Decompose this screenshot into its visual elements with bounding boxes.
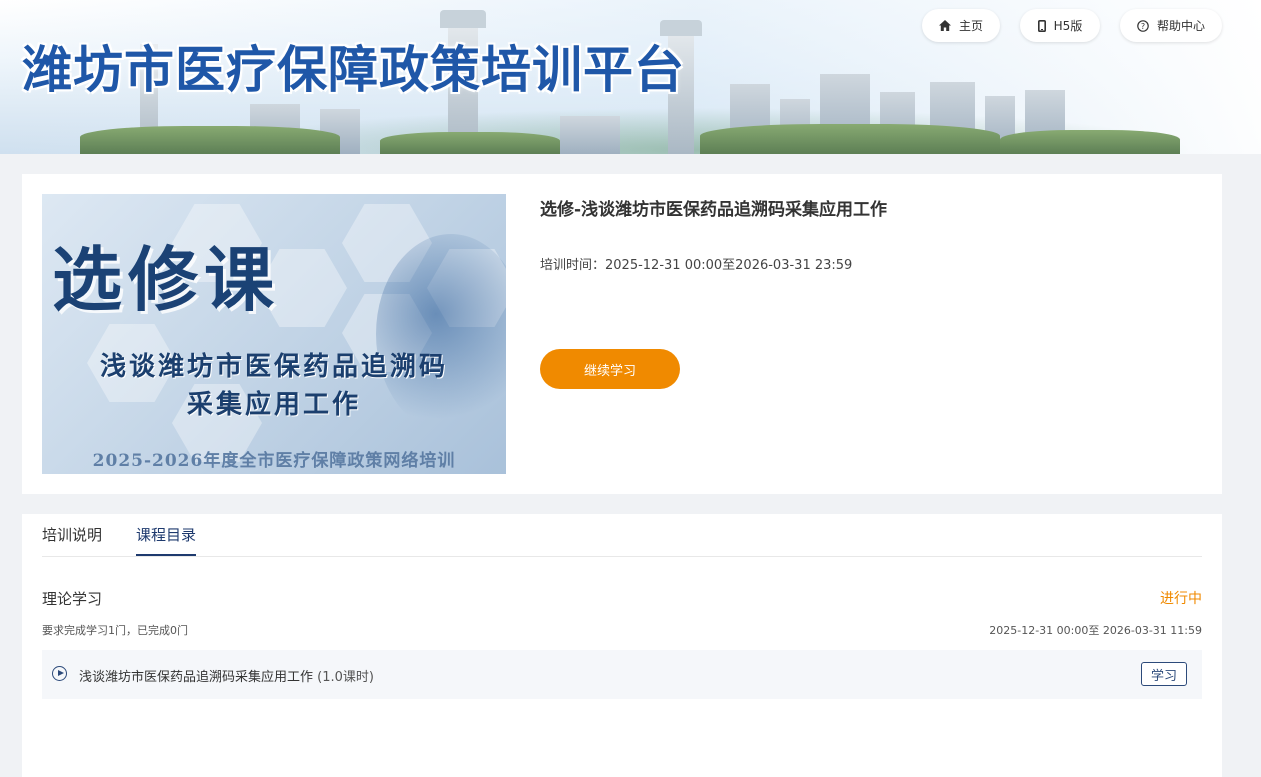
banner-trees [700,124,1000,154]
course-info-card: 选修课 浅谈潍坊市医保药品追溯码 采集应用工作 2025-2026年度全市医疗保… [22,174,1222,494]
status-badge: 进行中 [1160,591,1202,607]
banner-trees [80,126,340,154]
nav-h5-label: H5版 [1053,19,1083,33]
nav-home-button[interactable]: 主页 [922,9,1000,42]
course-time-label: 培训时间： [540,258,606,273]
help-icon: ? [1137,19,1149,32]
section-date-range: 2025-12-31 00:00至 2026-03-31 11:59 [989,624,1202,637]
site-title: 潍坊市医疗保障政策培训平台 [22,41,685,99]
cover-subtitle-line2: 采集应用工作 [186,390,361,420]
banner-building [560,116,620,154]
section-requirement: 要求完成学习1门，已完成0门 [42,624,188,637]
tab-bar: 培训说明 课程目录 [42,514,1202,557]
top-nav: 主页 H5版 ? 帮助中心 [922,9,1222,42]
lesson-row[interactable]: 浅谈潍坊市医保药品追溯码采集应用工作 (1.0课时) 学习 [42,650,1202,699]
mobile-icon [1037,19,1046,32]
cover-subtitle-line1: 浅谈潍坊市医保药品追溯码 [99,352,448,382]
cover-footer-text: 2025-2026年度全市医疗保障政策网络培训 [92,451,456,471]
header-banner: 潍坊市医疗保障政策培训平台 主页 H5版 ? 帮助中心 [0,0,1261,154]
banner-trees [380,132,560,154]
course-time-value: 2025-12-31 00:00至2026-03-31 23:59 [605,258,853,273]
banner-trees [1000,130,1180,154]
lesson-name[interactable]: 浅谈潍坊市医保药品追溯码采集应用工作 (1.0课时) [79,666,374,685]
course-title: 选修-浅谈潍坊市医保药品追溯码采集应用工作 [540,200,888,220]
cover-big-text: 选修课 [52,238,280,321]
nav-help-label: 帮助中心 [1156,19,1205,33]
home-icon [938,20,951,31]
course-catalog-card: 培训说明 课程目录 理论学习 进行中 要求完成学习1门，已完成0门 2025-1… [22,514,1222,777]
tab-course-catalog[interactable]: 课程目录 [136,524,197,556]
section-title: 理论学习 [42,590,103,608]
banner-tower-top [440,10,486,28]
tab-training-info[interactable]: 培训说明 [42,524,102,554]
nav-home-label: 主页 [958,19,983,33]
play-icon[interactable] [52,666,67,681]
course-time: 培训时间：2025-12-31 00:00至2026-03-31 23:59 [540,254,852,273]
nav-h5-button[interactable]: H5版 [1020,9,1100,42]
svg-text:?: ? [1141,22,1145,31]
continue-learning-button[interactable]: 继续学习 [540,349,680,389]
lesson-title: 浅谈潍坊市医保药品追溯码采集应用工作 [79,670,314,685]
nav-help-button[interactable]: ? 帮助中心 [1120,9,1222,42]
lesson-hours: (1.0课时) [317,670,374,685]
study-button[interactable]: 学习 [1141,662,1187,686]
course-cover-image: 选修课 浅谈潍坊市医保药品追溯码 采集应用工作 2025-2026年度全市医疗保… [42,194,506,474]
